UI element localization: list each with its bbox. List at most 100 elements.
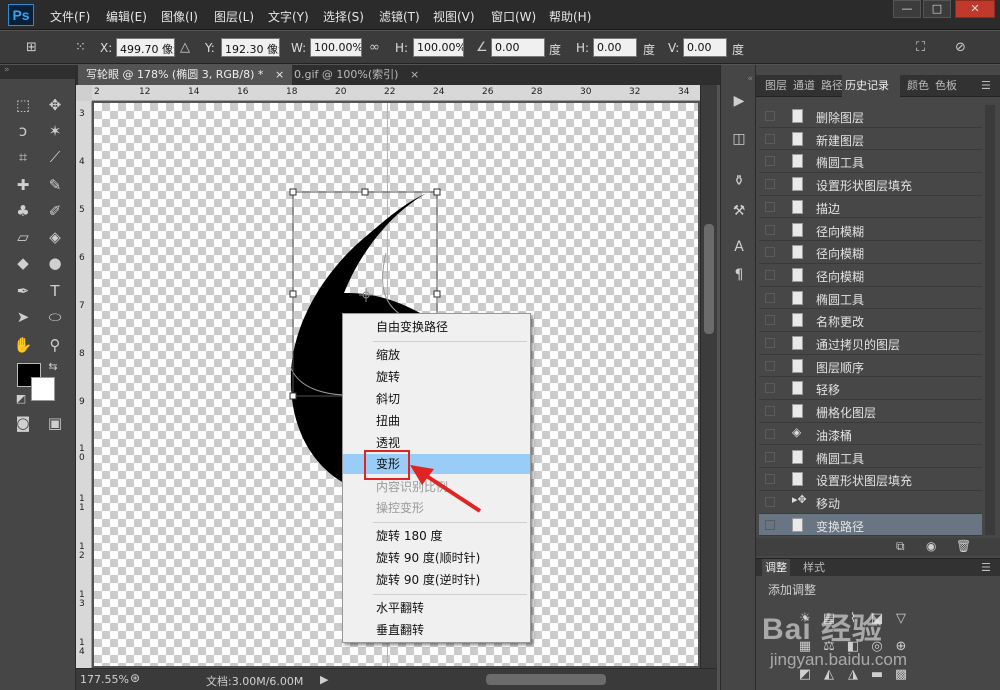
tab-styles[interactable]: 样式	[800, 559, 828, 577]
list-item[interactable]: 椭圆工具	[759, 446, 982, 469]
tab-color[interactable]: 颜色	[904, 75, 932, 97]
trash-icon[interactable]: 🗑	[956, 539, 971, 553]
ellipse-tool-icon[interactable]: ⬭	[42, 305, 68, 329]
default-colors-icon[interactable]: ◩	[8, 387, 34, 411]
paragraph-icon[interactable]: ¶	[729, 265, 749, 285]
minimize-button[interactable]: —	[893, 0, 921, 18]
tab-document-2[interactable]: 0.gif @ 100%(索引) ×	[286, 65, 427, 85]
background-color-swatch[interactable]	[31, 377, 55, 401]
link-icon[interactable]: ∞	[369, 40, 380, 55]
history-checkbox[interactable]	[765, 383, 775, 394]
zoom-level[interactable]: 177.55%	[80, 673, 129, 686]
delta-icon[interactable]: △	[180, 40, 190, 55]
tab-swatches[interactable]: 色板	[932, 75, 962, 97]
character-icon[interactable]: A	[729, 237, 749, 257]
vskew-input[interactable]: 0.00	[683, 38, 727, 57]
menu-edit[interactable]: 编辑(E)	[106, 8, 147, 25]
history-checkbox[interactable]	[765, 269, 775, 280]
menu-item-distort[interactable]: 扭曲	[343, 411, 530, 431]
history-checkbox[interactable]	[765, 247, 775, 258]
blur-tool-icon[interactable]: ◆	[10, 251, 36, 275]
list-item[interactable]: ▸✥ 移动	[759, 491, 982, 514]
tool-panel-header[interactable]: »	[0, 65, 75, 79]
pen-tool-icon[interactable]: ✒	[10, 279, 36, 303]
list-item[interactable]: 椭圆工具	[759, 287, 982, 310]
menu-item-rotate-90-cw[interactable]: 旋转 90 度(顺时针)	[343, 548, 530, 568]
horizontal-scrollbar-thumb[interactable]	[486, 674, 606, 685]
menu-item-rotate[interactable]: 旋转	[343, 367, 530, 387]
h-input[interactable]: 100.00%	[413, 38, 464, 57]
path-selection-tool-icon[interactable]: ➤	[10, 305, 36, 329]
eraser-tool-icon[interactable]: ▱	[10, 225, 36, 249]
list-item[interactable]: 设置形状图层填充	[759, 468, 982, 491]
list-item[interactable]: 描边	[759, 196, 982, 219]
quick-mask-icon[interactable]: ◙	[10, 411, 36, 435]
magic-wand-tool-icon[interactable]: ✶	[42, 119, 68, 143]
menu-window[interactable]: 窗口(W)	[491, 8, 536, 25]
history-checkbox[interactable]	[765, 519, 775, 530]
tab-adjustments[interactable]: 调整	[762, 559, 790, 577]
menu-select[interactable]: 选择(S)	[323, 8, 364, 25]
menu-layer[interactable]: 图层(L)	[214, 8, 254, 25]
lasso-tool-icon[interactable]: ↄ	[10, 119, 36, 143]
panel-menu-icon[interactable]: ☰	[978, 559, 994, 577]
list-item[interactable]: 设置形状图层填充	[759, 173, 982, 196]
tool-presets-icon[interactable]: ⚒	[729, 201, 749, 221]
history-scrollbar[interactable]	[985, 105, 995, 535]
transform-handle[interactable]	[289, 290, 297, 298]
list-item[interactable]: 径向模糊	[759, 219, 982, 242]
type-tool-icon[interactable]: T	[42, 279, 68, 303]
list-item[interactable]: 通过拷贝的图层	[759, 332, 982, 355]
history-checkbox[interactable]	[765, 201, 775, 212]
history-checkbox[interactable]	[765, 406, 775, 417]
brush-presets-icon[interactable]: ⚱	[729, 171, 749, 191]
reference-point-icon[interactable]: ⁙	[75, 40, 86, 55]
transform-tool-icon[interactable]: ⊞	[26, 40, 37, 55]
history-checkbox[interactable]	[765, 496, 775, 507]
status-menu-arrow-icon[interactable]: ▶	[320, 673, 328, 686]
list-item[interactable]: 名称更改	[759, 309, 982, 332]
list-item[interactable]: 椭圆工具	[759, 150, 982, 174]
move-tool-icon[interactable]: ✥	[42, 93, 68, 117]
menu-item-flip-vertical[interactable]: 垂直翻转	[343, 620, 530, 640]
history-checkbox[interactable]	[765, 360, 775, 371]
play-actions-icon[interactable]: ▶	[729, 91, 749, 111]
menu-item-rotate-90-ccw[interactable]: 旋转 90 度(逆时针)	[343, 570, 530, 590]
history-checkbox[interactable]	[765, 451, 775, 462]
history-checkbox[interactable]	[765, 315, 775, 326]
history-checkbox[interactable]	[765, 156, 775, 167]
menu-view[interactable]: 视图(V)	[433, 8, 475, 25]
history-checkbox[interactable]	[765, 133, 775, 144]
list-item[interactable]: ◈ 油漆桶	[759, 423, 982, 446]
menu-help[interactable]: 帮助(H)	[549, 8, 591, 25]
transform-handle[interactable]	[433, 290, 441, 298]
dodge-tool-icon[interactable]: ●	[42, 251, 68, 275]
vertical-scrollbar-thumb[interactable]	[704, 224, 714, 334]
vertical-scrollbar[interactable]	[700, 85, 717, 668]
hskew-input[interactable]: 0.00	[593, 38, 637, 57]
panel-menu-icon[interactable]: ☰	[978, 75, 998, 97]
paint-bucket-tool-icon[interactable]: ◈	[42, 225, 68, 249]
tab-history[interactable]: 历史记录	[842, 75, 900, 97]
w-input[interactable]: 100.00%	[310, 38, 362, 57]
cancel-transform-icon[interactable]: ⊘	[955, 40, 966, 55]
marquee-tool-icon[interactable]: ⬚	[10, 93, 36, 117]
history-brush-tool-icon[interactable]: ✐	[42, 199, 68, 223]
tab-close-icon[interactable]: ×	[275, 68, 284, 81]
menu-item-free-transform-path[interactable]: 自由变换路径	[343, 317, 530, 337]
maximize-button[interactable]: □	[923, 0, 951, 18]
menu-item-rotate-180[interactable]: 旋转 180 度	[343, 526, 530, 546]
transform-handle[interactable]	[433, 188, 441, 196]
close-button[interactable]: ✕	[955, 0, 995, 18]
menu-file[interactable]: 文件(F)	[50, 8, 90, 25]
screen-mode-icon[interactable]: ▣	[42, 411, 68, 435]
list-item[interactable]: 删除图层	[759, 105, 982, 128]
y-input[interactable]: 192.30 像素	[221, 38, 280, 57]
tab-channels[interactable]: 通道	[790, 75, 816, 97]
x-input[interactable]: 499.70 像素	[116, 38, 175, 57]
list-item[interactable]: 新建图层	[759, 128, 982, 151]
history-checkbox[interactable]	[765, 179, 775, 190]
dock-collapse-icon[interactable]: «	[721, 69, 757, 89]
menu-item-skew[interactable]: 斜切	[343, 389, 530, 409]
history-checkbox[interactable]	[765, 474, 775, 485]
